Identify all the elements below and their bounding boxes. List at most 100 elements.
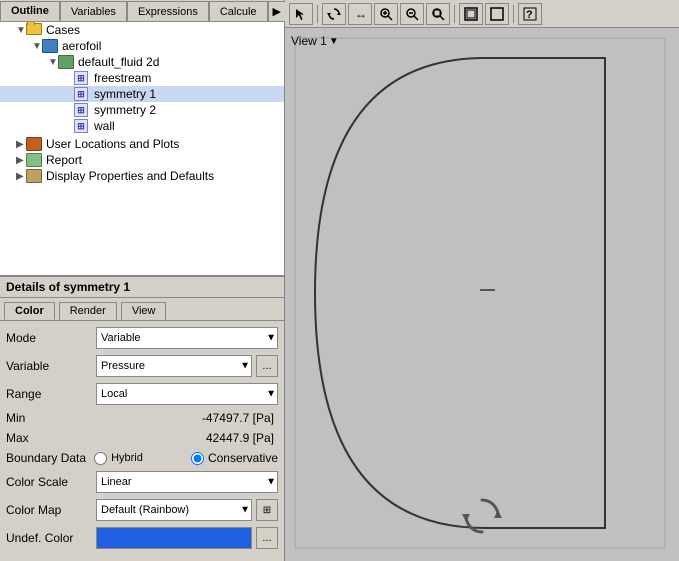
tab-outline[interactable]: Outline (0, 1, 60, 21)
viewport[interactable]: View 1 ▼ (285, 28, 679, 561)
expand-user-icon: ▶ (16, 139, 26, 150)
tree-item-default-fluid[interactable]: ▼ default_fluid 2d (0, 54, 284, 70)
variable-dots-button[interactable]: ... (256, 355, 278, 377)
zoom-in-button[interactable] (374, 3, 398, 25)
hybrid-label: Hybrid (111, 452, 143, 464)
rotate-button[interactable] (322, 3, 346, 25)
tree-item-report[interactable]: ▶ Report (0, 152, 284, 168)
viewport-toolbar: ↔ (285, 0, 679, 28)
zoom-out-button[interactable] (400, 3, 424, 25)
color-scale-select-wrapper: Linear ▼ (96, 471, 278, 493)
hybrid-radio-group: Hybrid (94, 452, 143, 465)
color-map-select[interactable]: Default (Rainbow) (96, 499, 252, 521)
tree-item-freestream[interactable]: ⊞ freestream (0, 70, 284, 86)
symmetry1-label: symmetry 1 (94, 87, 156, 101)
fit-view-icon (464, 7, 478, 21)
frame-button[interactable] (485, 3, 509, 25)
mode-row: Mode Variable ▼ (6, 327, 278, 349)
min-value: -47497.7 [Pa] (96, 411, 278, 425)
tab-more-arrow[interactable]: ▶ (268, 1, 286, 21)
tab-expressions[interactable]: Expressions (127, 1, 209, 21)
display-props-icon (26, 169, 44, 183)
viewport-reset-icon[interactable] (460, 494, 504, 538)
wall-label: wall (94, 119, 115, 133)
undef-color-dots-button[interactable]: ... (256, 527, 278, 549)
range-row: Range Local ▼ (6, 383, 278, 405)
boundary-data-row: Boundary Data Hybrid Conservative (6, 451, 278, 465)
aerofoil-icon (42, 39, 60, 53)
undef-color-label: Undef. Color (6, 531, 96, 545)
symmetry2-icon: ⊞ (74, 103, 92, 117)
min-row: Min -47497.7 [Pa] (6, 411, 278, 425)
help-button[interactable]: ? (518, 3, 542, 25)
conservative-radio[interactable] (191, 452, 204, 465)
zoom-box-button[interactable] (426, 3, 450, 25)
aerofoil-svg (285, 28, 679, 561)
symmetry2-label: symmetry 2 (94, 103, 156, 117)
tree-item-aerofoil[interactable]: ▼ aerofoil (0, 38, 284, 54)
expand-sym1-icon (64, 89, 74, 100)
details-title: Details of symmetry 1 (0, 277, 284, 298)
cases-label: Cases (46, 23, 80, 37)
boundary-data-label: Boundary Data (6, 451, 86, 465)
viewport-bottom (460, 494, 504, 541)
tree-item-symmetry2[interactable]: ⊞ symmetry 2 (0, 102, 284, 118)
pan-icon: ↔ (353, 7, 367, 21)
rotate-icon (327, 7, 341, 21)
variable-row: Variable Pressure ▼ ... (6, 355, 278, 377)
toolbar-sep3 (513, 5, 514, 23)
expand-freestream-icon (64, 73, 74, 84)
tree-item-symmetry1[interactable]: ⊞ symmetry 1 (0, 86, 284, 102)
color-map-select-wrapper: Default (Rainbow) ▼ (96, 499, 252, 521)
tree-item-wall[interactable]: ⊞ wall (0, 118, 284, 134)
color-map-grid-icon[interactable]: ⊞ (256, 499, 278, 521)
expand-display-icon: ▶ (16, 171, 26, 182)
user-locations-label: User Locations and Plots (46, 137, 179, 151)
tab-variables[interactable]: Variables (60, 1, 127, 21)
details-tab-view[interactable]: View (121, 302, 167, 320)
report-label: Report (46, 153, 82, 167)
color-map-label: Color Map (6, 503, 96, 517)
tab-bar: Outline Variables Expressions Calcule ▶ (0, 0, 284, 22)
max-label: Max (6, 431, 96, 445)
range-select[interactable]: Local (96, 383, 278, 405)
freestream-icon: ⊞ (74, 71, 92, 85)
variable-select[interactable]: Pressure (96, 355, 252, 377)
expand-cases-icon: ▼ (16, 25, 26, 36)
mode-select[interactable]: Variable (96, 327, 278, 349)
right-panel: ↔ (285, 0, 679, 561)
conservative-label: Conservative (208, 451, 278, 465)
hybrid-radio[interactable] (94, 452, 107, 465)
tree-area: ▼ Cases ▼ aerofoil ▼ (0, 22, 284, 276)
min-label: Min (6, 411, 96, 425)
color-scale-select[interactable]: Linear (96, 471, 278, 493)
tab-calculate[interactable]: Calcule (209, 1, 268, 21)
select-tool-button[interactable] (289, 3, 313, 25)
details-tab-render[interactable]: Render (59, 302, 117, 320)
max-row: Max 42447.9 [Pa] (6, 431, 278, 445)
conservative-radio-group: Conservative (191, 451, 278, 465)
expand-fluid-icon: ▼ (48, 57, 58, 68)
expand-wall-icon (64, 121, 74, 132)
tree-item-display-props[interactable]: ▶ Display Properties and Defaults (0, 168, 284, 184)
arrow-cursor-icon (294, 7, 308, 21)
details-tab-color[interactable]: Color (4, 302, 55, 320)
color-map-row: Color Map Default (Rainbow) ▼ ⊞ (6, 499, 278, 521)
variable-label: Variable (6, 359, 96, 373)
tree-item-cases[interactable]: ▼ Cases (0, 22, 284, 38)
max-value: 42447.9 [Pa] (96, 431, 278, 445)
help-icon: ? (523, 7, 537, 21)
details-panel: Details of symmetry 1 Color Render View … (0, 276, 284, 561)
pan-button[interactable]: ↔ (348, 3, 372, 25)
default-fluid-label: default_fluid 2d (78, 55, 159, 69)
mode-label: Mode (6, 331, 96, 345)
display-props-label: Display Properties and Defaults (46, 169, 214, 183)
wall-icon: ⊞ (74, 119, 92, 133)
fit-view-button[interactable] (459, 3, 483, 25)
zoom-out-icon (405, 7, 419, 21)
zoom-box-icon (431, 7, 445, 21)
mode-select-wrapper: Variable ▼ (96, 327, 278, 349)
undef-color-swatch[interactable] (96, 527, 252, 549)
variable-select-wrapper: Pressure ▼ (96, 355, 252, 377)
tree-item-user-locations[interactable]: ▶ User Locations and Plots (0, 136, 284, 152)
